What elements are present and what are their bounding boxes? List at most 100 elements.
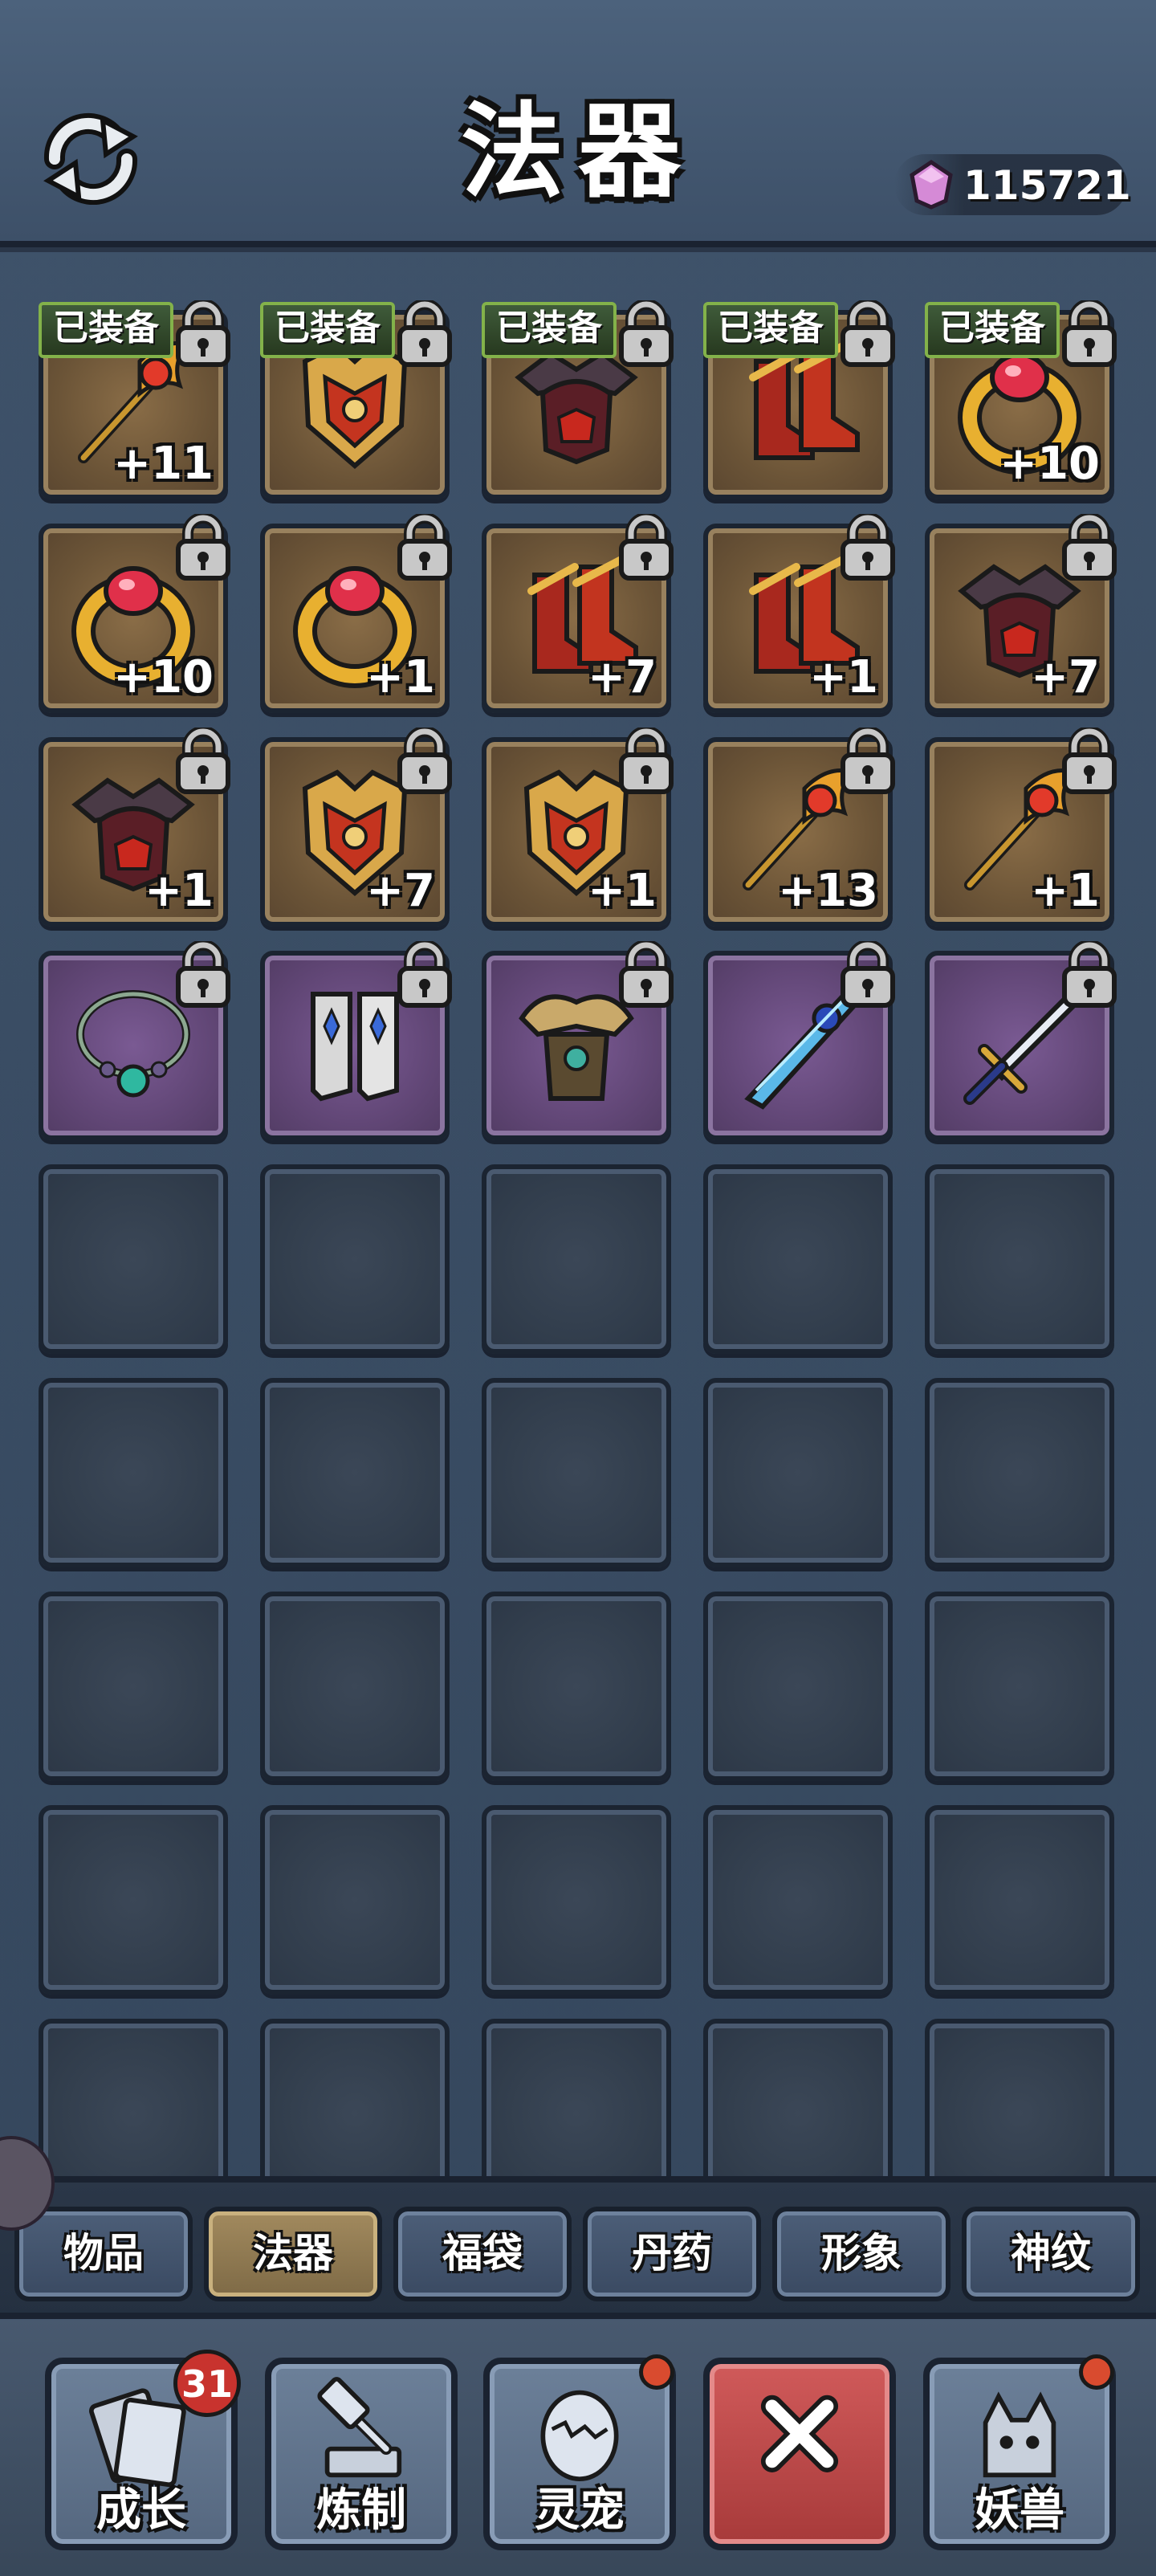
tab-3[interactable]: 丹药 (583, 2207, 761, 2301)
close-button[interactable] (703, 2358, 896, 2550)
empty-slot[interactable] (482, 1805, 671, 1995)
empty-slot[interactable] (260, 2019, 450, 2176)
empty-slot[interactable] (39, 2019, 228, 2176)
lock-icon[interactable] (395, 300, 454, 368)
empty-slot[interactable] (703, 1164, 893, 1354)
tab-4[interactable]: 形象 (772, 2207, 950, 2301)
item-slot[interactable] (260, 941, 452, 1140)
tab-1[interactable]: 法器 (204, 2207, 382, 2301)
currency-value: 115721 (963, 162, 1131, 209)
lock-icon[interactable] (838, 941, 898, 1009)
nav-button-2[interactable]: 灵宠 (483, 2354, 676, 2550)
lock-icon[interactable] (395, 941, 454, 1009)
item-level: +1 (809, 651, 878, 703)
nav-button-4[interactable]: 妖兽 (923, 2354, 1116, 2550)
lock-icon[interactable] (617, 514, 676, 581)
empty-slot[interactable] (260, 1805, 450, 1995)
item-slot[interactable]: 已装备 (482, 300, 674, 499)
nav-button-0[interactable]: 成长 31 (45, 2350, 241, 2550)
item-slot[interactable]: +1 (925, 728, 1117, 927)
red-dot-badge (639, 2354, 674, 2390)
equipped-tag: 已装备 (482, 302, 617, 358)
category-tabs: 物品 法器 福袋 丹药 形象 神纹 (0, 2176, 1156, 2319)
lock-icon[interactable] (173, 941, 233, 1009)
lock-icon[interactable] (1060, 728, 1119, 795)
item-level: +10 (999, 438, 1100, 490)
lock-icon[interactable] (617, 300, 676, 368)
tab-5[interactable]: 神纹 (962, 2207, 1140, 2301)
item-slot[interactable] (39, 941, 230, 1140)
empty-slot[interactable] (482, 2019, 671, 2176)
lock-icon[interactable] (838, 514, 898, 581)
nav-label: 炼制 (316, 2484, 406, 2537)
empty-slot[interactable] (925, 2019, 1114, 2176)
nav-label: 灵宠 (535, 2484, 625, 2537)
item-slot[interactable]: +7 (925, 514, 1117, 713)
empty-slot[interactable] (260, 1592, 450, 1781)
item-slot[interactable]: +13 (703, 728, 895, 927)
item-slot[interactable]: 已装备 (703, 300, 895, 499)
empty-slot[interactable] (925, 1592, 1114, 1781)
empty-slot[interactable] (482, 1164, 671, 1354)
empty-slot[interactable] (482, 1592, 671, 1781)
empty-slot[interactable] (925, 1378, 1114, 1567)
empty-slot[interactable] (925, 1164, 1114, 1354)
item-slot[interactable]: +11 已装备 (39, 300, 230, 499)
item-level: +13 (778, 865, 878, 917)
tab-2[interactable]: 福袋 (393, 2207, 572, 2301)
item-level: +11 (113, 438, 214, 490)
item-level: +1 (366, 651, 435, 703)
item-slot[interactable]: +1 (260, 514, 452, 713)
currency-display: 115721 (894, 154, 1131, 215)
empty-slot[interactable] (39, 1592, 228, 1781)
lock-icon[interactable] (617, 941, 676, 1009)
close-icon (760, 2395, 839, 2472)
item-level: +1 (1031, 865, 1100, 917)
tab-0[interactable]: 物品 (14, 2207, 193, 2301)
nav-button-1[interactable]: 炼制 (265, 2358, 458, 2550)
item-slot[interactable]: +10 (39, 514, 230, 713)
empty-slot[interactable] (482, 1378, 671, 1567)
item-slot[interactable]: 已装备 (260, 300, 452, 499)
empty-slot[interactable] (703, 1378, 893, 1567)
item-slot[interactable]: +7 (260, 728, 452, 927)
lock-icon[interactable] (617, 728, 676, 795)
item-slot[interactable]: +1 (703, 514, 895, 713)
item-slot[interactable]: +7 (482, 514, 674, 713)
lock-icon[interactable] (1060, 514, 1119, 581)
lock-icon[interactable] (173, 300, 233, 368)
item-level: +7 (1031, 651, 1100, 703)
empty-slot[interactable] (39, 1805, 228, 1995)
empty-slot[interactable] (260, 1378, 450, 1567)
empty-slot[interactable] (39, 1378, 228, 1567)
lock-icon[interactable] (395, 728, 454, 795)
lock-icon[interactable] (838, 728, 898, 795)
empty-slot[interactable] (703, 1592, 893, 1781)
lock-icon[interactable] (1060, 300, 1119, 368)
item-slot[interactable]: +1 (39, 728, 230, 927)
header: 法器 115721 (0, 0, 1156, 247)
equipped-tag: 已装备 (925, 302, 1060, 358)
item-slot[interactable]: +10 已装备 (925, 300, 1117, 499)
empty-slot[interactable] (703, 1805, 893, 1995)
empty-slot[interactable] (39, 1164, 228, 1354)
equipped-tag: 已装备 (39, 302, 173, 358)
item-slot[interactable] (925, 941, 1117, 1140)
lock-icon[interactable] (838, 300, 898, 368)
lock-icon[interactable] (173, 514, 233, 581)
item-slot[interactable] (703, 941, 895, 1140)
item-level: +1 (144, 865, 214, 917)
lock-icon[interactable] (395, 514, 454, 581)
empty-slot[interactable] (260, 1164, 450, 1354)
empty-slot[interactable] (703, 2019, 893, 2176)
empty-slot[interactable] (925, 1805, 1114, 1995)
crystal-gem-icon (910, 159, 953, 210)
item-slot[interactable] (482, 941, 674, 1140)
item-slot[interactable]: +1 (482, 728, 674, 927)
lock-icon[interactable] (1060, 941, 1119, 1009)
item-grid: +11 已装备 已装备 已装备 已装备 +10 已装备 +10 +1 +7 +1 +7 +1 +7 +1 +1… (0, 241, 1156, 2176)
nav-label: 成长 (96, 2484, 186, 2537)
lock-icon[interactable] (173, 728, 233, 795)
item-level: +10 (113, 651, 214, 703)
item-level: +1 (588, 865, 657, 917)
